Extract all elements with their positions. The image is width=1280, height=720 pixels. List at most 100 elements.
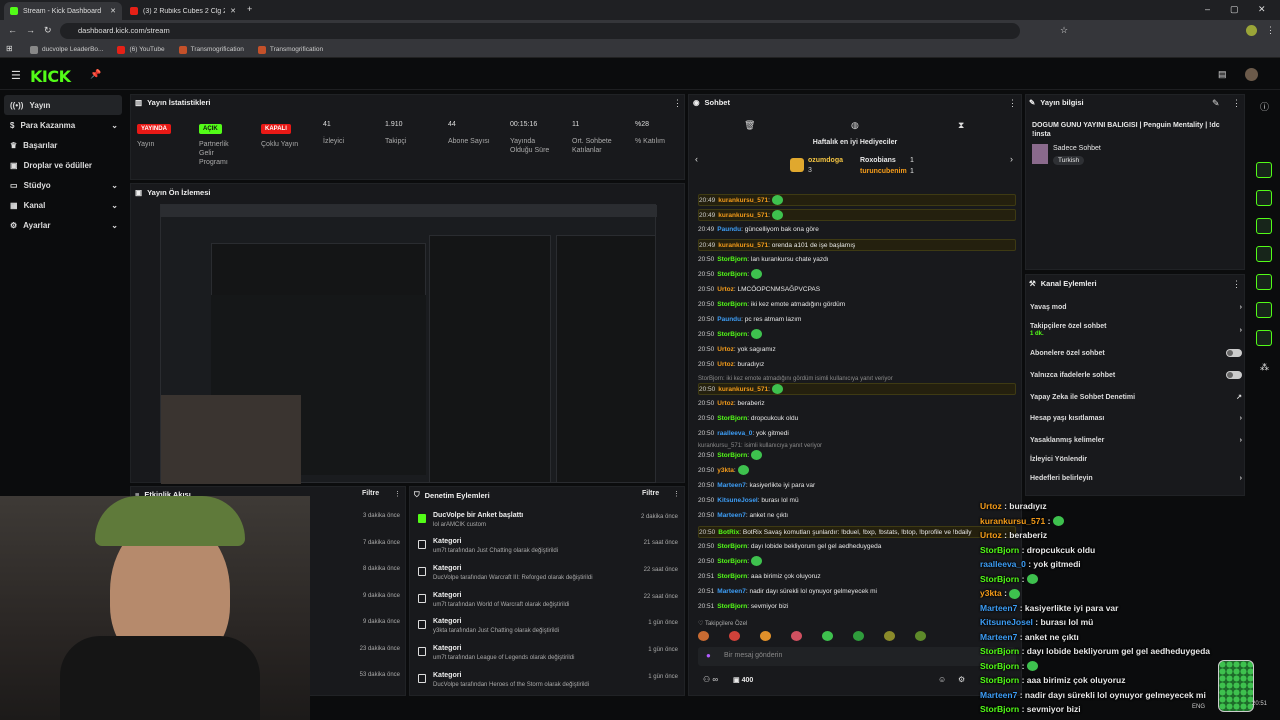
message-username[interactable]: BotRix (718, 529, 739, 536)
dock-button[interactable] (1256, 274, 1272, 290)
dock-button[interactable] (1256, 218, 1272, 234)
message-username[interactable]: StorBjorn (717, 301, 747, 308)
tab-youtube[interactable]: (3) 2 Rubiks Cubes 2 Clg 2 Bes ✕ (124, 2, 242, 20)
dock-button[interactable] (1256, 302, 1272, 318)
message-username[interactable]: kurankursu_571 (718, 212, 768, 219)
message-username[interactable]: Marteen7 (717, 588, 746, 595)
bookmark-item[interactable]: ducvolpe LeaderBo... (30, 45, 103, 54)
add-widget-icon[interactable]: ⁂ (1260, 362, 1269, 373)
points-display[interactable]: ▣ 400 (733, 676, 753, 684)
action-raid[interactable]: İzleyici Yönlendir (1030, 456, 1242, 463)
emote-icon[interactable] (729, 631, 740, 641)
message-username[interactable]: raalleeva_0 (717, 430, 752, 437)
message-username[interactable]: y3kta (717, 467, 734, 474)
window-close-icon[interactable]: ✕ (1258, 4, 1266, 15)
message-username[interactable]: StorBjorn (717, 415, 747, 422)
close-icon[interactable]: ✕ (230, 7, 236, 15)
mail-icon[interactable]: ▤ (1218, 69, 1227, 80)
sidebar-item-studyo[interactable]: ▭ Stüdyo ⌄ (0, 175, 126, 195)
action-followers-only[interactable]: Takipçilere özel sohbet 1 dk. › (1030, 323, 1242, 337)
action-goals[interactable]: Hedefleri belirleyin › (1030, 475, 1242, 482)
action-slow-mode[interactable]: Yavaş mod › (1030, 304, 1242, 311)
emote-icon[interactable] (760, 631, 771, 641)
message-username[interactable]: StorBjorn (717, 543, 747, 550)
apps-grid-icon[interactable]: ⊞ (6, 44, 13, 53)
message-username[interactable]: kurankursu_571 (718, 197, 768, 204)
actions-menu-icon[interactable]: ⋮ (1232, 279, 1241, 290)
message-username[interactable]: StorBjorn (717, 452, 747, 459)
action-banned-words[interactable]: Yasaklanmış kelimeler › (1030, 437, 1242, 444)
emoji-icon[interactable]: ☺ (938, 675, 946, 684)
message-username[interactable]: Marteen7 (717, 512, 746, 519)
action-ai-moderation[interactable]: Yapay Zeka ile Sohbet Denetimi ↗ (1030, 393, 1242, 402)
message-username[interactable]: Paundu (717, 226, 741, 233)
pin-icon[interactable]: 📌 (90, 69, 101, 80)
keyboard-language[interactable]: ENG (1192, 704, 1205, 710)
message-username[interactable]: Marteen7 (717, 482, 746, 489)
gifter-name[interactable]: Roxobians (860, 157, 896, 164)
message-username[interactable]: KitsuneJosel (717, 497, 757, 504)
emote-icon[interactable] (853, 631, 864, 641)
message-icon[interactable]: ◍ (851, 120, 859, 131)
user-avatar[interactable] (1245, 68, 1258, 81)
chat-menu-icon[interactable]: ⋮ (1008, 98, 1017, 109)
forward-icon[interactable]: → (26, 25, 35, 35)
gifter-name[interactable]: ozumdoga (808, 157, 843, 164)
emote-icon[interactable] (915, 631, 926, 641)
message-username[interactable]: StorBjorn (717, 271, 747, 278)
message-username[interactable]: StorBjorn (717, 603, 747, 610)
panel-menu-icon[interactable]: ⋮ (673, 98, 682, 109)
stream-preview-video[interactable] (160, 204, 657, 484)
edit-icon[interactable]: ✎ (1212, 98, 1220, 109)
chat-input[interactable]: ● Bir mesaj gönderin (698, 647, 1016, 666)
dock-button[interactable] (1256, 162, 1272, 178)
action-account-age[interactable]: Hesap yaşı kısıtlaması › (1030, 415, 1242, 422)
dock-button[interactable] (1256, 330, 1272, 346)
maximize-icon[interactable]: ▢ (1230, 4, 1239, 15)
message-username[interactable]: Paundu (717, 316, 741, 323)
emote-icon[interactable] (822, 631, 833, 641)
kick-logo[interactable]: KICK (30, 67, 71, 86)
sidebar-item-ayarlar[interactable]: ⚙ Ayarlar ⌄ (0, 215, 126, 235)
emote-icon[interactable] (698, 631, 709, 641)
sidebar-item-yayin[interactable]: ((•)) Yayın (4, 95, 122, 115)
profile-avatar[interactable] (1246, 25, 1257, 36)
gifter-name[interactable]: turuncubenim (860, 168, 907, 175)
trash-icon[interactable]: 🗑 (744, 120, 755, 131)
dock-button[interactable] (1256, 190, 1272, 206)
action-emote-only[interactable]: Yalnızca ifadelerle sohbet (1030, 371, 1242, 379)
emote-icon[interactable] (791, 631, 802, 641)
sidebar-item-para-kazanma[interactable]: $ Para Kazanma ⌄ (0, 115, 126, 135)
toggle-switch[interactable] (1226, 349, 1242, 357)
chevron-right-icon[interactable]: › (1010, 154, 1013, 164)
bookmark-item[interactable]: (6) YouTube (117, 45, 165, 54)
hamburger-icon[interactable]: ☰ (11, 69, 21, 82)
info-icon[interactable]: ⓘ (1260, 100, 1269, 113)
message-username[interactable]: StorBjorn (717, 558, 747, 565)
activity-filter-button[interactable]: Filtre (362, 490, 379, 497)
message-username[interactable]: StorBjorn (717, 256, 747, 263)
chevron-left-icon[interactable]: ‹ (695, 154, 698, 164)
url-input[interactable]: dashboard.kick.com/stream (60, 23, 1020, 39)
hourglass-icon[interactable]: ⧗ (958, 120, 964, 131)
microphone-icon[interactable]: ● (706, 651, 711, 660)
bookmark-item[interactable]: Transmogrification (178, 45, 244, 54)
minimize-icon[interactable]: – (1205, 4, 1210, 14)
message-username[interactable]: Urtoz (717, 361, 734, 368)
reload-icon[interactable]: ↻ (44, 25, 52, 36)
message-username[interactable]: kurankursu_571 (718, 242, 768, 249)
message-username[interactable]: kurankursu_571 (718, 386, 768, 393)
message-username[interactable]: Urtoz (717, 346, 734, 353)
new-tab-icon[interactable]: + (247, 4, 252, 14)
emote-icon[interactable] (884, 631, 895, 641)
close-icon[interactable]: ✕ (110, 7, 116, 15)
sidebar-item-kanal[interactable]: ▦ Kanal ⌄ (0, 195, 126, 215)
moderation-filter-button[interactable]: Filtre (642, 490, 659, 497)
info-menu-icon[interactable]: ⋮ (1232, 98, 1241, 109)
tab-kick-dashboard[interactable]: Stream - Kick Dashboard ✕ (4, 2, 122, 20)
settings-gear-icon[interactable]: ⚙ (958, 675, 965, 684)
toggle-switch[interactable] (1226, 371, 1242, 379)
users-icon[interactable]: ⚇ ∞ (703, 675, 718, 684)
back-icon[interactable]: ← (8, 25, 17, 35)
star-icon[interactable]: ☆ (1060, 25, 1068, 36)
